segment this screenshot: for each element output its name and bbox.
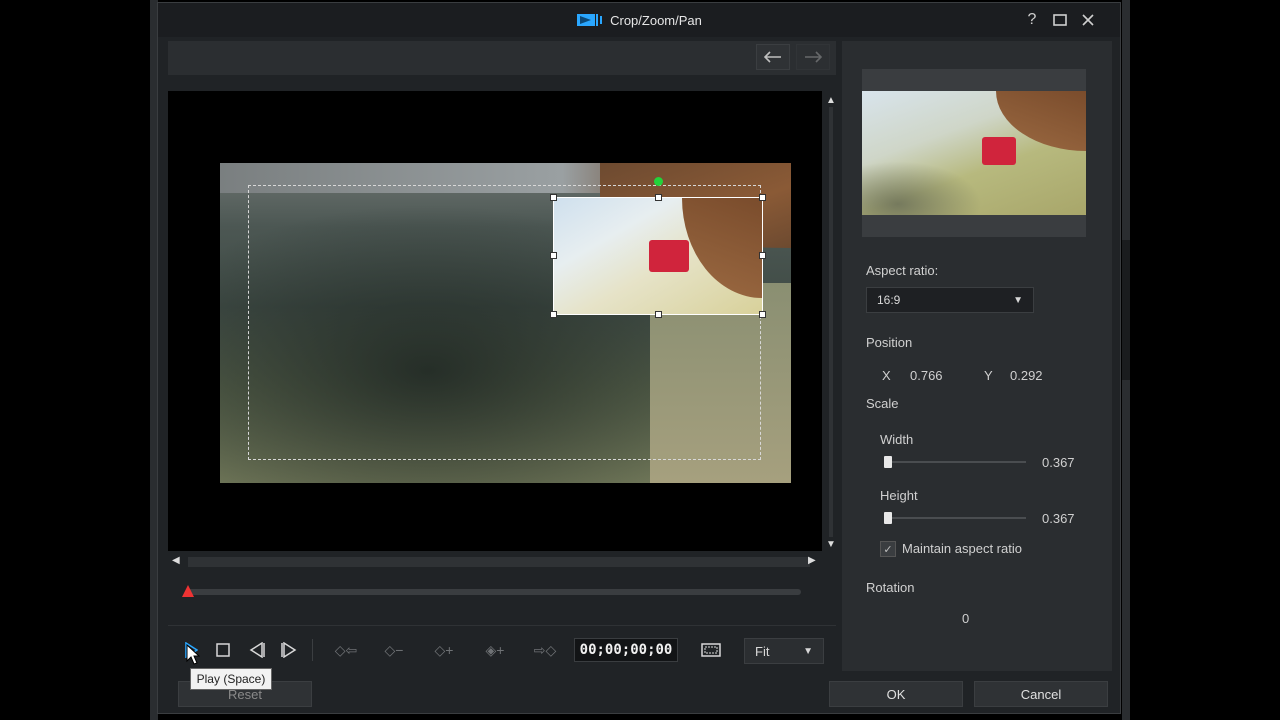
crop-handle-right[interactable] [759,252,766,259]
width-slider-thumb[interactable] [884,456,892,468]
width-slider-track[interactable] [884,461,1026,463]
scroll-down-arrow-icon[interactable]: ▼ [826,539,836,551]
crop-tractor [649,240,689,272]
maximize-button[interactable] [1048,9,1072,31]
help-button[interactable]: ? [1020,9,1044,31]
thumbnail-preview-box [862,69,1086,237]
ok-button[interactable]: OK [829,681,963,707]
crop-handle-bottom-left[interactable] [550,311,557,318]
maintain-aspect-ratio-checkbox[interactable]: ✓ [880,541,896,557]
maximize-icon [1053,14,1067,26]
crop-handle-bottom[interactable] [655,311,662,318]
remove-keyframe-button[interactable]: ◇− [378,637,410,663]
crop-handle-top-left[interactable] [550,194,557,201]
stop-icon [216,643,230,657]
close-icon [1082,14,1094,26]
cancel-button[interactable]: Cancel [974,681,1108,707]
crop-zoom-pan-dialog: Crop/Zoom/Pan ? ▲ ▼ ◀ ▶ ◇⇦ ◇− ◇+ ◈+ ⇨◇ 0… [157,2,1121,714]
preview-viewport[interactable] [168,91,822,551]
safe-zone-icon [701,643,721,657]
chevron-down-icon: ▼ [803,645,813,657]
vertical-scrollbar[interactable] [829,107,833,537]
redo-icon [805,51,822,63]
preview-toolbar [168,41,836,75]
position-label: Position [866,335,913,350]
crop-roof-edge [682,198,762,298]
chevron-down-icon: ▼ [1013,294,1023,306]
aspect-ratio-dropdown[interactable]: 16:9 ▼ [866,287,1034,313]
next-keyframe-button[interactable]: ⇨◇ [526,637,564,663]
close-button[interactable] [1076,9,1100,31]
play-tooltip: Play (Space) [190,668,272,690]
height-slider-thumb[interactable] [884,512,892,524]
duplicate-keyframe-button[interactable]: ◈+ [476,637,514,663]
question-icon: ? [1027,11,1037,28]
position-y-value[interactable]: 0.292 [1010,368,1043,383]
undo-button[interactable] [756,44,790,70]
crop-handle-top-right[interactable] [759,194,766,201]
playhead-marker[interactable] [182,585,194,597]
scroll-left-arrow-icon[interactable]: ◀ [172,555,180,566]
thumbnail-preview [862,91,1086,215]
properties-panel: Aspect ratio: 16:9 ▼ Position X 0.766 Y … [842,41,1112,671]
height-label: Height [880,488,918,503]
crop-rotation-handle[interactable] [654,177,663,186]
height-slider-track[interactable] [884,517,1026,519]
horizontal-scrollbar[interactable] [188,557,810,567]
next-keyframe-icon: ⇨◇ [533,641,557,658]
crop-handle-bottom-right[interactable] [759,311,766,318]
crop-handle-left[interactable] [550,252,557,259]
thumbnail-shadow [862,161,982,215]
crop-zoom-pan-app-icon [577,14,603,26]
title-wrap: Crop/Zoom/Pan [158,3,1120,37]
controls-separator [312,639,313,661]
redo-button[interactable] [796,44,830,70]
previous-keyframe-button[interactable]: ◇⇦ [328,637,364,663]
window-title: Crop/Zoom/Pan [610,12,702,28]
zoom-fit-value: Fit [755,643,770,659]
aspect-ratio-value: 16:9 [877,293,901,307]
scale-label: Scale [866,396,899,411]
aspect-ratio-label: Aspect ratio: [866,263,939,278]
timecode-display[interactable]: 00;00;00;00 [574,638,678,662]
width-value[interactable]: 0.367 [1042,455,1075,470]
crop-handle-top[interactable] [655,194,662,201]
previous-frame-icon [249,642,265,658]
controls-divider [168,625,836,626]
thumbnail-tractor [982,137,1016,165]
next-frame-button[interactable] [276,637,302,663]
zoom-fit-dropdown[interactable]: Fit ▼ [744,638,824,664]
video-frame [220,163,791,483]
background-app-strip-right-dark [1122,240,1130,380]
rotation-value[interactable]: 0 [962,611,969,626]
next-frame-icon [281,642,297,658]
duplicate-keyframe-icon: ◈+ [485,641,505,658]
stop-button[interactable] [210,637,236,663]
width-label: Width [880,432,914,447]
safe-zone-button[interactable] [698,637,724,663]
previous-keyframe-icon: ◇⇦ [334,641,358,658]
scroll-up-arrow-icon[interactable]: ▲ [826,95,836,107]
position-x-label: X [882,368,891,383]
timeline-slider[interactable] [186,589,801,595]
checkmark-icon: ✓ [883,543,893,556]
add-keyframe-icon: ◇+ [434,641,454,658]
rotation-label: Rotation [866,580,915,595]
add-keyframe-button[interactable]: ◇+ [428,637,460,663]
position-y-label: Y [984,368,993,383]
undo-icon [764,51,781,63]
position-x-value[interactable]: 0.766 [910,368,943,383]
height-value[interactable]: 0.367 [1042,511,1075,526]
maintain-aspect-ratio-label: Maintain aspect ratio [902,541,1022,556]
previous-frame-button[interactable] [244,637,270,663]
scroll-right-arrow-icon[interactable]: ▶ [808,555,816,566]
mouse-cursor-icon [186,644,200,665]
crop-region[interactable] [553,197,763,315]
remove-keyframe-icon: ◇− [384,641,404,658]
